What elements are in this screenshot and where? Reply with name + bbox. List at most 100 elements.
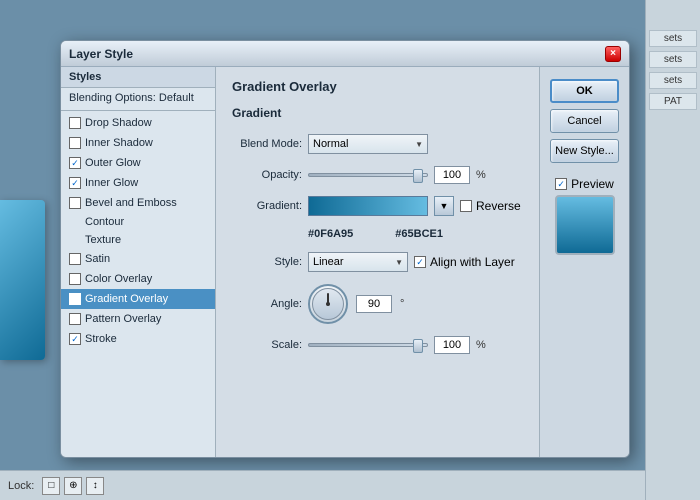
color-overlay-label: Color Overlay: [85, 273, 152, 285]
scale-row: Scale: %: [232, 336, 523, 354]
pattern-overlay-checkbox[interactable]: [69, 313, 81, 325]
outer-glow-checkbox[interactable]: ✓: [69, 157, 81, 169]
gradient-label: Gradient:: [232, 200, 302, 212]
texture-item[interactable]: Texture: [61, 231, 215, 249]
drop-shadow-checkbox[interactable]: [69, 117, 81, 129]
reverse-checkbox[interactable]: [460, 200, 472, 212]
lock-icon-1[interactable]: □: [42, 477, 60, 495]
bevel-emboss-checkbox[interactable]: [69, 197, 81, 209]
gradient-dropdown-arrow: ▼: [440, 201, 449, 211]
stroke-label: Stroke: [85, 333, 117, 345]
inner-shadow-item[interactable]: Inner Shadow: [61, 133, 215, 153]
blend-mode-arrow: ▼: [415, 140, 423, 149]
preview-box: [555, 195, 615, 255]
right-panel-item-2[interactable]: sets: [649, 51, 697, 68]
blending-options-label: Blending Options: Default: [69, 92, 194, 104]
opacity-input[interactable]: [434, 166, 470, 184]
blend-mode-row: Blend Mode: Normal ▼: [232, 134, 523, 154]
ok-button[interactable]: OK: [550, 79, 619, 103]
align-layer-label: Align with Layer: [430, 255, 515, 269]
dialog-titlebar: Layer Style ×: [61, 41, 629, 67]
section-title: Gradient Overlay: [232, 79, 523, 94]
angle-label: Angle:: [232, 298, 302, 310]
scale-label: Scale:: [232, 339, 302, 351]
main-content: Gradient Overlay Gradient Blend Mode: No…: [216, 67, 539, 457]
opacity-label: Opacity:: [232, 169, 302, 181]
color-overlay-item[interactable]: Color Overlay: [61, 269, 215, 289]
scale-unit: %: [476, 339, 486, 351]
preview-checkbox[interactable]: ✓: [555, 178, 567, 190]
drop-shadow-label: Drop Shadow: [85, 117, 152, 129]
lock-icon-2[interactable]: ⊕: [64, 477, 82, 495]
inner-shadow-checkbox[interactable]: [69, 137, 81, 149]
gradient-row: Gradient: ▼ Reverse: [232, 196, 523, 216]
gradient-bar[interactable]: [308, 196, 428, 216]
contour-item[interactable]: Contour: [61, 213, 215, 231]
cancel-button[interactable]: Cancel: [550, 109, 619, 133]
right-panel-item-1[interactable]: sets: [649, 30, 697, 47]
inner-shadow-label: Inner Shadow: [85, 137, 153, 149]
inner-glow-checkbox[interactable]: ✓: [69, 177, 81, 189]
angle-dot: [326, 302, 330, 306]
gradient-color-start: #0F6A95: [308, 228, 353, 240]
angle-unit: °: [400, 298, 404, 310]
lock-icons: □ ⊕ ↕: [42, 477, 104, 495]
align-layer-checkbox[interactable]: ✓: [414, 256, 426, 268]
angle-container: °: [308, 284, 404, 324]
gradient-color-end: #65BCE1: [395, 228, 443, 240]
opacity-slider[interactable]: [308, 173, 428, 177]
opacity-row: Opacity: %: [232, 166, 523, 184]
color-overlay-checkbox[interactable]: [69, 273, 81, 285]
stroke-item[interactable]: ✓ Stroke: [61, 329, 215, 349]
lock-icon-3[interactable]: ↕: [86, 477, 104, 495]
pattern-overlay-label: Pattern Overlay: [85, 313, 161, 325]
angle-row: Angle: °: [232, 284, 523, 324]
bevel-emboss-label: Bevel and Emboss: [85, 197, 177, 209]
style-row: Style: Linear ▼ ✓ Align with Layer: [232, 252, 523, 272]
scale-slider[interactable]: [308, 343, 428, 347]
right-panel: sets sets sets PAT: [645, 0, 700, 500]
scale-slider-thumb[interactable]: [413, 339, 423, 353]
reverse-row: Reverse: [460, 199, 521, 213]
new-style-button[interactable]: New Style...: [550, 139, 619, 163]
blend-mode-dropdown[interactable]: Normal ▼: [308, 134, 428, 154]
opacity-slider-thumb[interactable]: [413, 169, 423, 183]
gradient-overlay-checkbox[interactable]: ✓: [69, 293, 81, 305]
right-buttons-panel: OK Cancel New Style... ✓ Preview: [539, 67, 629, 457]
gradient-dropdown-btn[interactable]: ▼: [434, 196, 454, 216]
preview-label: Preview: [571, 177, 614, 191]
angle-input[interactable]: [356, 295, 392, 313]
close-button[interactable]: ×: [605, 46, 621, 62]
outer-glow-label: Outer Glow: [85, 157, 141, 169]
bottom-bar: Lock: □ ⊕ ↕: [0, 470, 645, 500]
satin-item[interactable]: Satin: [61, 249, 215, 269]
gradient-overlay-item[interactable]: ✓ Gradient Overlay: [61, 289, 215, 309]
styles-panel: Styles Blending Options: Default Drop Sh…: [61, 67, 216, 457]
scale-input[interactable]: [434, 336, 470, 354]
lock-label: Lock:: [8, 480, 34, 492]
style-value: Linear: [313, 256, 344, 268]
right-panel-item-3[interactable]: sets: [649, 72, 697, 89]
style-dropdown-arrow: ▼: [395, 258, 403, 267]
pattern-overlay-item[interactable]: Pattern Overlay: [61, 309, 215, 329]
style-dropdown[interactable]: Linear ▼: [308, 252, 408, 272]
gradient-overlay-label: Gradient Overlay: [85, 293, 168, 305]
dialog-title: Layer Style: [69, 47, 133, 61]
blending-options-item[interactable]: Blending Options: Default: [61, 88, 215, 108]
right-panel-item-4[interactable]: PAT: [649, 93, 697, 110]
inner-glow-item[interactable]: ✓ Inner Glow: [61, 173, 215, 193]
inner-glow-label: Inner Glow: [85, 177, 138, 189]
style-label: Style:: [232, 256, 302, 268]
blend-mode-value: Normal: [313, 138, 348, 150]
opacity-unit: %: [476, 169, 486, 181]
angle-dial[interactable]: [308, 284, 348, 324]
drop-shadow-item[interactable]: Drop Shadow: [61, 113, 215, 133]
stroke-checkbox[interactable]: ✓: [69, 333, 81, 345]
gradient-bar-container: ▼: [308, 196, 454, 216]
bevel-emboss-item[interactable]: Bevel and Emboss: [61, 193, 215, 213]
satin-checkbox[interactable]: [69, 253, 81, 265]
outer-glow-item[interactable]: ✓ Outer Glow: [61, 153, 215, 173]
styles-panel-header: Styles: [61, 67, 215, 88]
texture-label: Texture: [85, 234, 121, 246]
satin-label: Satin: [85, 253, 110, 265]
